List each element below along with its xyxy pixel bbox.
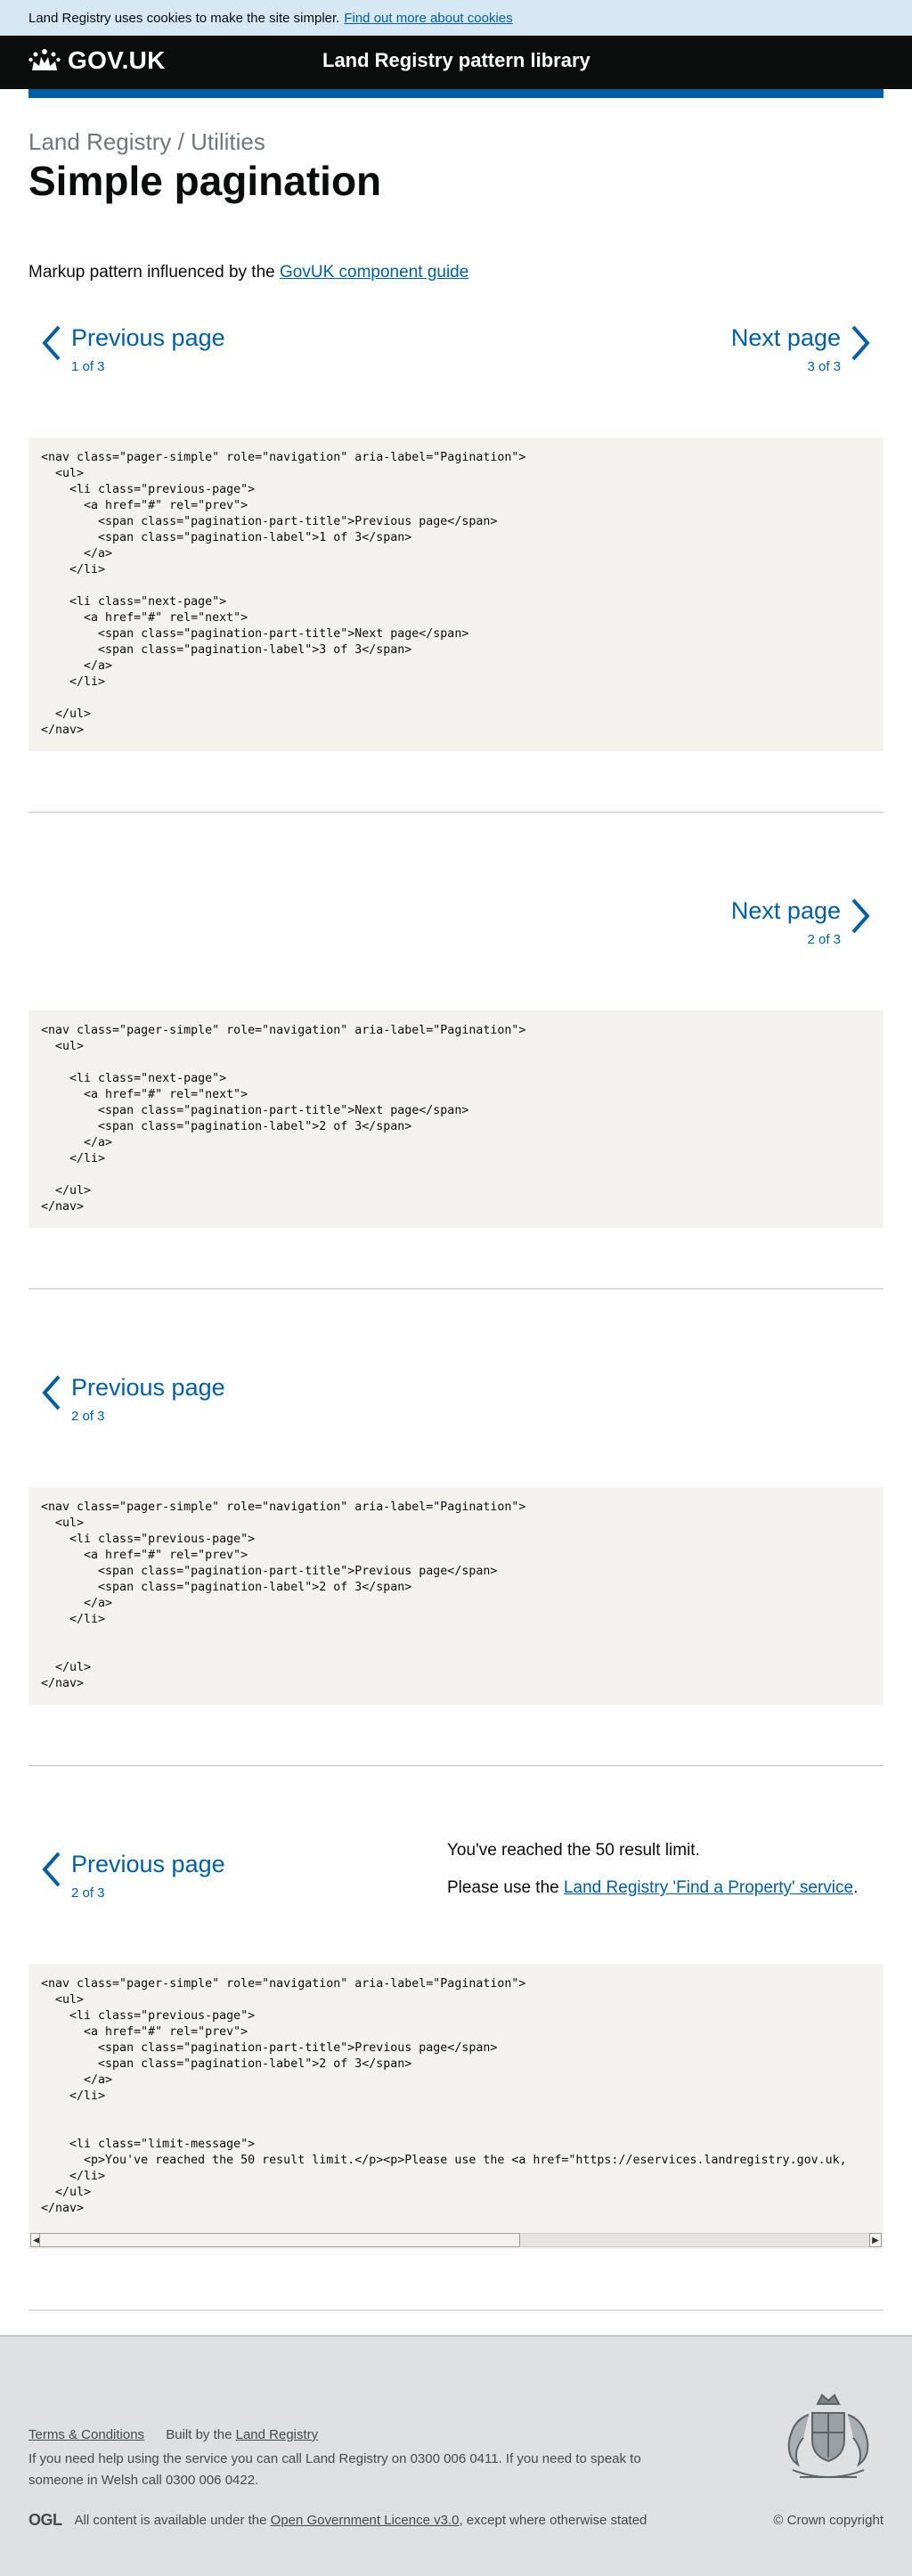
previous-page-link[interactable]: Previous page 2 of 3 (41, 1371, 225, 1424)
footer-links: Terms & Conditions Built by the Land Reg… (28, 2427, 318, 2442)
next-page-label: 2 of 3 (807, 932, 841, 948)
next-page-link[interactable]: Next page 3 of 3 (731, 322, 871, 374)
limit-message-suffix: . (853, 1878, 859, 1898)
example-next-only: Next page 2 of 3 <nav class="pager-simpl… (28, 895, 884, 1229)
example-previous-only: Previous page 2 of 3 <nav class="pager-s… (28, 1371, 884, 1705)
pager: Previous page 1 of 3 Next page 3 of 3 (28, 322, 884, 411)
limit-message-prefix: Please use the (447, 1878, 559, 1898)
ogl-logo: OGL (28, 2511, 62, 2529)
scrollbar-thumb[interactable] (39, 2233, 520, 2248)
licence-suffix: , except where otherwise stated (459, 2513, 647, 2528)
previous-page-title: Previous page (71, 324, 225, 352)
chevron-right-icon (851, 898, 870, 934)
limit-message-line: You've reached the 50 result limit. (447, 1841, 700, 1860)
find-a-property-link[interactable]: Land Registry 'Find a Property' service (564, 1878, 853, 1897)
land-registry-link[interactable]: Land Registry (236, 2427, 319, 2442)
next-page-label: 3 of 3 (807, 359, 841, 375)
govuk-component-guide-link[interactable]: GovUK component guide (280, 263, 468, 282)
govuk-logo-link[interactable]: GOV.UK (28, 46, 166, 75)
built-by-text: Built by the (166, 2427, 232, 2442)
previous-page-link[interactable]: Previous page 1 of 3 (41, 322, 225, 374)
intro-text-prefix: Markup pattern influenced by the (28, 263, 275, 282)
next-page-title: Next page (730, 324, 841, 352)
govuk-logo-text: GOV.UK (68, 46, 166, 74)
cookie-banner: Land Registry uses cookies to make the s… (0, 0, 912, 36)
previous-page-link[interactable]: Previous page 2 of 3 (41, 1848, 225, 1901)
next-page-title: Next page (730, 897, 841, 925)
cookie-info-link[interactable]: Find out more about cookies (344, 11, 512, 26)
crown-copyright: © Crown copyright (773, 2513, 884, 2528)
service-name-link[interactable]: Land Registry pattern library (322, 49, 590, 72)
example-limit-message: Previous page 2 of 3 You've reached the … (28, 1841, 884, 2250)
licence-prefix: All content is available under the (74, 2513, 267, 2528)
open-government-licence-link[interactable]: Open Government Licence v3.0 (271, 2513, 460, 2528)
main-content: Land Registry / Utilities Simple paginat… (0, 128, 912, 2311)
page-title: Simple pagination (28, 158, 382, 204)
next-page-link[interactable]: Next page 2 of 3 (731, 895, 871, 947)
site-footer: Terms & Conditions Built by the Land Reg… (0, 2335, 912, 2576)
limit-message-help: Please use the Land Registry 'Find a Pro… (447, 1877, 858, 1900)
terms-conditions-link[interactable]: Terms & Conditions (28, 2427, 144, 2442)
limit-message: You've reached the 50 result limit. Plea… (447, 1839, 858, 1914)
pager: Previous page 2 of 3 You've reached the … (28, 1841, 884, 1937)
code-sample: <nav class="pager-simple" role="navigati… (28, 438, 884, 752)
scroll-right-arrow-icon[interactable]: ▶ (869, 2233, 882, 2248)
crown-icon (28, 49, 61, 70)
code-sample: <nav class="pager-simple" role="navigati… (28, 1964, 884, 2230)
breadcrumb: Land Registry / Utilities (28, 128, 265, 155)
cookie-banner-text: Land Registry uses cookies to make the s… (28, 10, 340, 26)
section-divider (28, 1765, 884, 1767)
section-divider (28, 1288, 884, 1290)
pager: Next page 2 of 3 (28, 895, 884, 984)
header-accent-bar (28, 89, 884, 98)
footer-help-text: If you need help using the service you c… (28, 2451, 641, 2488)
horizontal-scrollbar[interactable]: ◀ ▶ (28, 2229, 884, 2250)
chevron-left-icon (42, 1375, 61, 1411)
pager: Previous page 2 of 3 (28, 1371, 884, 1460)
section-divider (28, 812, 884, 814)
royal-coat-of-arms-icon (787, 2393, 869, 2478)
previous-page-label: 2 of 3 (71, 1885, 105, 1901)
chevron-left-icon (42, 325, 61, 361)
previous-page-label: 2 of 3 (71, 1409, 105, 1425)
code-sample: <nav class="pager-simple" role="navigati… (28, 1010, 884, 1229)
previous-page-title: Previous page (71, 1851, 225, 1878)
footer-licence: OGL All content is available under the O… (28, 2511, 647, 2530)
chevron-right-icon (851, 325, 870, 361)
site-header: GOV.UK Land Registry pattern library (0, 36, 912, 89)
previous-page-label: 1 of 3 (71, 359, 105, 375)
code-sample: <nav class="pager-simple" role="navigati… (28, 1487, 884, 1705)
intro-text: Markup pattern influenced by the GovUK c… (28, 263, 884, 282)
chevron-left-icon (42, 1852, 61, 1887)
code-sample-container: <nav class="pager-simple" role="navigati… (28, 1964, 884, 2250)
previous-page-title: Previous page (71, 1374, 225, 1402)
example-prev-next: Previous page 1 of 3 Next page 3 of 3 <n… (28, 322, 884, 752)
